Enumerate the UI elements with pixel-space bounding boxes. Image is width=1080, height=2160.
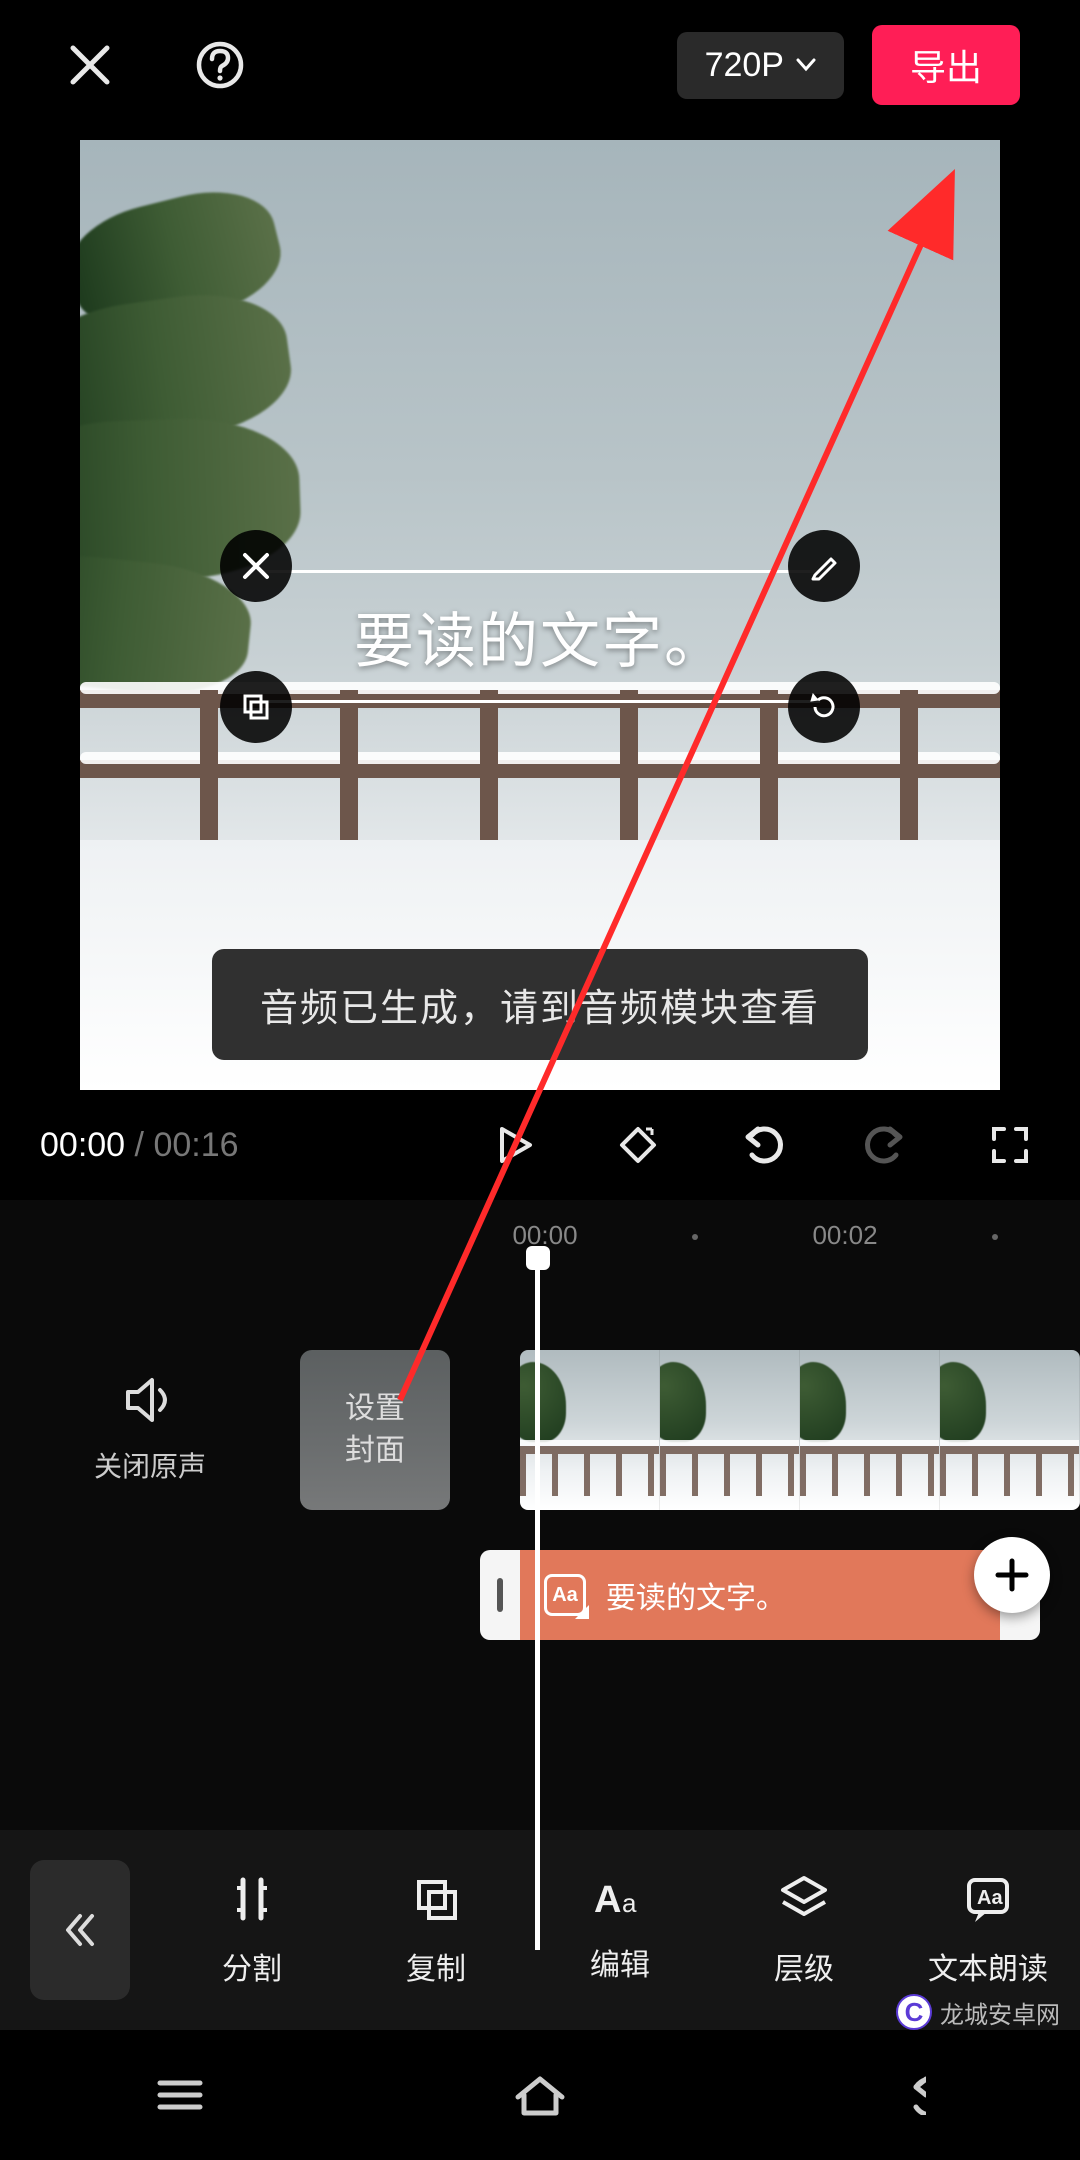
export-button[interactable]: 导出 [872, 25, 1020, 105]
playback-time: 00:00 / 00:16 [40, 1126, 239, 1165]
tool-split[interactable]: 分割 [160, 1872, 344, 1988]
current-time: 00:00 [40, 1126, 125, 1164]
mute-original-button[interactable]: 关闭原声 [0, 1376, 300, 1485]
watermark: C 龙城安卓网 [896, 1994, 1060, 2030]
clip-thumb [800, 1350, 940, 1510]
rotate-icon [807, 690, 841, 724]
watermark-logo-icon: C [896, 1994, 932, 2030]
speaker-icon [122, 1376, 178, 1424]
keyframe-icon [616, 1123, 660, 1167]
clip-thumb [660, 1350, 800, 1510]
back-icon [874, 2075, 926, 2115]
text-edit-handle[interactable] [788, 530, 860, 602]
clip-thumb [520, 1350, 660, 1510]
clip-thumb [940, 1350, 1080, 1510]
help-icon [195, 40, 245, 90]
svg-text:Aa: Aa [977, 1887, 1003, 1909]
text-clip-label: 要读的文字。 [606, 1573, 786, 1617]
text-clip-body[interactable]: Aa 要读的文字。 [520, 1550, 1000, 1640]
resolution-label: 720P [705, 46, 784, 85]
pencil-icon [807, 549, 841, 583]
set-cover-button[interactable]: 设置 封面 [300, 1350, 450, 1510]
tool-tts[interactable]: Aa 文本朗读 [896, 1872, 1080, 1988]
playhead[interactable] [535, 1260, 540, 1950]
play-icon [492, 1123, 536, 1167]
svg-text:A: A [594, 1879, 621, 1921]
tool-copy[interactable]: 复制 [344, 1872, 528, 1988]
layers-icon [777, 1872, 831, 1926]
fullscreen-icon [988, 1123, 1032, 1167]
toast-message: 音频已生成，请到音频模块查看 [212, 949, 868, 1060]
text-clip[interactable]: Aa 要读的文字。 [480, 1550, 1040, 1640]
video-preview[interactable]: 要读的文字。 音频已生成，请到音频模块查看 [80, 140, 1000, 1090]
nav-home-button[interactable] [510, 2065, 570, 2125]
redo-button[interactable] [856, 1115, 916, 1175]
nav-back-button[interactable] [870, 2065, 930, 2125]
tool-edit[interactable]: Aa 编辑 [528, 1876, 712, 1984]
undo-icon [738, 1125, 786, 1165]
play-button[interactable] [484, 1115, 544, 1175]
add-clip-button[interactable] [974, 1537, 1050, 1613]
toolbar-back-button[interactable] [30, 1860, 130, 2000]
keyframe-button[interactable] [608, 1115, 668, 1175]
undo-button[interactable] [732, 1115, 792, 1175]
text-copy-handle[interactable] [220, 671, 292, 743]
chevron-down-icon [796, 58, 816, 72]
help-button[interactable] [190, 35, 250, 95]
plus-icon [992, 1555, 1032, 1595]
menu-icon [154, 2075, 206, 2115]
text-delete-handle[interactable] [220, 530, 292, 602]
text-badge-icon: Aa [544, 1574, 586, 1616]
redo-icon [862, 1125, 910, 1165]
split-icon [225, 1872, 279, 1926]
text-rotate-handle[interactable] [788, 671, 860, 743]
system-nav-bar [0, 2030, 1080, 2160]
svg-text:a: a [622, 1888, 637, 1918]
text-overlay-content: 要读的文字。 [260, 573, 820, 700]
copy-icon [409, 1872, 463, 1926]
text-overlay-box[interactable]: 要读的文字。 [260, 570, 820, 703]
close-icon [67, 42, 113, 88]
video-clip[interactable] [520, 1350, 1080, 1510]
mute-label: 关闭原声 [0, 1445, 300, 1485]
duration-time: 00:16 [153, 1126, 238, 1164]
resolution-selector[interactable]: 720P [677, 32, 844, 99]
text-clip-left-handle[interactable] [480, 1550, 520, 1640]
fullscreen-button[interactable] [980, 1115, 1040, 1175]
text-to-speech-icon: Aa [961, 1872, 1015, 1926]
home-icon [512, 2073, 568, 2117]
copy-icon [239, 690, 273, 724]
close-icon [239, 549, 273, 583]
nav-recent-button[interactable] [150, 2065, 210, 2125]
chevron-double-left-icon [60, 1910, 100, 1950]
tool-layer[interactable]: 层级 [712, 1872, 896, 1988]
close-button[interactable] [60, 35, 120, 95]
text-edit-icon: Aa [592, 1876, 648, 1922]
